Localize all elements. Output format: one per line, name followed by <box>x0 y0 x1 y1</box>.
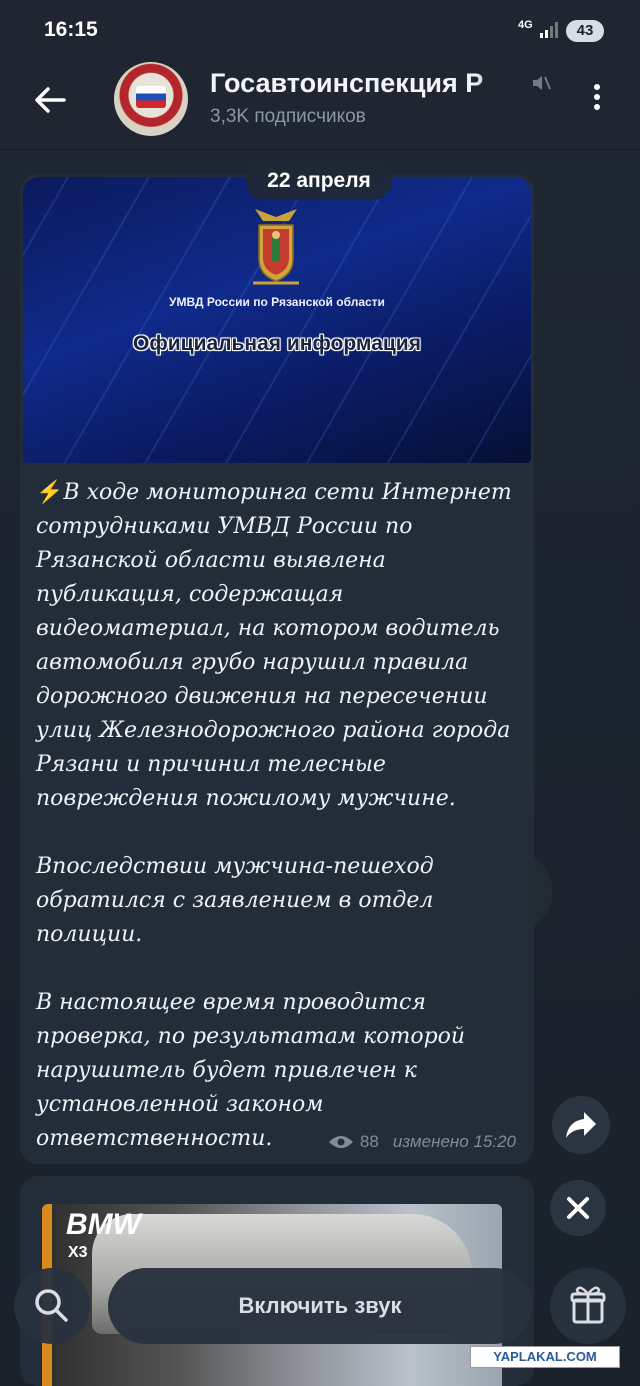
paragraph: Впоследствии мужчина-пешеход обратился с… <box>36 854 434 947</box>
close-button[interactable] <box>550 1180 606 1236</box>
share-button[interactable] <box>552 1096 610 1154</box>
paragraph: В настоящее время проводится проверка, п… <box>36 990 466 1151</box>
gift-button[interactable] <box>550 1268 626 1344</box>
message-text: ⚡В ходе мониторинга сети Интернет сотруд… <box>36 476 526 1164</box>
back-button[interactable] <box>30 80 70 120</box>
message-image[interactable]: УМВД России по Рязанской области Официал… <box>23 177 531 463</box>
date-chip: 22 апреля <box>246 162 392 200</box>
message-meta: 88 изменено 15:20 <box>328 1132 516 1152</box>
message-bubble[interactable]: УМВД России по Рязанской области Официал… <box>20 174 534 1164</box>
status-bar: 16:15 4G 43 <box>0 0 640 60</box>
battery-indicator: 43 <box>566 20 604 42</box>
channel-title[interactable]: Госавтоинспекция Р <box>210 68 522 99</box>
gift-icon <box>570 1286 606 1324</box>
status-time: 16:15 <box>44 18 98 41</box>
chat-header: Госавтоинспекция Р 3,3K подписчиков <box>0 60 640 150</box>
media-title: Официальная информация <box>133 332 421 355</box>
paragraph: ⚡В ходе мониторинга сети Интернет сотруд… <box>36 480 512 811</box>
flag-icon <box>136 86 166 108</box>
more-vertical-icon <box>594 84 600 90</box>
back-arrow-icon <box>35 87 66 113</box>
search-button[interactable] <box>14 1268 90 1344</box>
watermark: YAPLAKAL.COM <box>470 1346 620 1368</box>
ad-model: X3 <box>68 1244 88 1261</box>
eye-icon <box>328 1136 353 1148</box>
network-type: 4G <box>518 19 533 31</box>
ad-brand: BMW <box>66 1208 141 1241</box>
more-options-button[interactable] <box>584 80 610 120</box>
search-icon <box>35 1289 68 1322</box>
signal-icon <box>540 22 558 38</box>
share-arrow-icon <box>566 1112 596 1138</box>
emblem-icon <box>253 209 299 285</box>
subscriber-count: 3,3K подписчиков <box>210 106 366 127</box>
mute-icon <box>533 76 551 90</box>
enable-sound-button[interactable]: Включить звук <box>108 1268 532 1344</box>
media-caption: УМВД России по Рязанской области <box>169 295 385 309</box>
view-count: 88 <box>359 1132 379 1151</box>
lightning-icon: ⚡ <box>36 480 64 505</box>
close-icon <box>567 1197 589 1219</box>
edited-label: изменено 15:20 <box>392 1132 516 1151</box>
channel-avatar[interactable] <box>114 62 188 136</box>
